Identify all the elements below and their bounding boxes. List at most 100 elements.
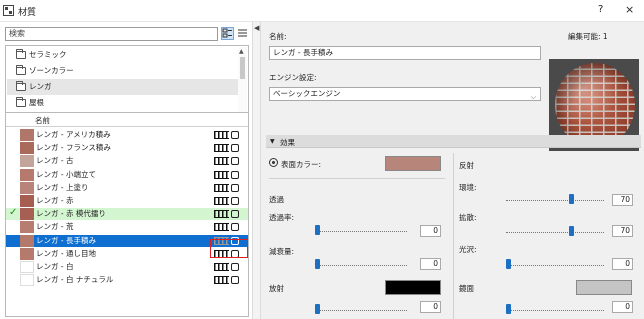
folder-label: セラミック: [29, 50, 67, 59]
slider-track: [506, 232, 604, 233]
transparency-rate-input[interactable]: 0: [420, 225, 441, 237]
detail-view-button[interactable]: [236, 27, 249, 40]
texture-icon: [214, 157, 229, 166]
folder-item[interactable]: 屋根: [7, 95, 239, 111]
surface-color-icon: [269, 158, 278, 167]
folder-item[interactable]: セラミック: [7, 47, 239, 63]
color-swatch: [20, 234, 34, 247]
attenuation-input[interactable]: 0: [420, 258, 441, 270]
transparency-slider[interactable]: [315, 225, 407, 235]
chevron-down-icon: ⌵: [530, 93, 536, 101]
texture-icon: [214, 144, 229, 153]
effects-section-header[interactable]: ▼ 効果: [266, 135, 641, 148]
slider-track: [506, 200, 604, 201]
material-type-icon: [231, 210, 239, 219]
folder-icon: [16, 97, 26, 107]
specular-color-swatch[interactable]: [576, 280, 632, 295]
texture-icon: [214, 276, 229, 285]
folder-icon: [16, 81, 26, 91]
list-item[interactable]: レンガ - 古: [6, 155, 248, 168]
slider-thumb[interactable]: [506, 304, 511, 314]
material-name: レンガ - 赤 模代擂り: [36, 209, 106, 219]
slider-thumb[interactable]: [569, 194, 574, 204]
title-bar: 材質 ? ×: [0, 0, 644, 22]
material-type-icon: [231, 170, 239, 179]
chevron-down-icon: ▼: [270, 138, 275, 145]
diffuse-input[interactable]: 70: [612, 225, 633, 237]
specular-input[interactable]: 0: [612, 301, 633, 313]
engine-select[interactable]: ベーシックエンジン ⌵: [269, 87, 541, 101]
section-title: 効果: [280, 138, 295, 147]
ambient-input[interactable]: 70: [612, 194, 633, 206]
list-item[interactable]: ✓ レンガ - 赤 模代擂り: [6, 207, 248, 221]
search-input[interactable]: 検索: [5, 27, 218, 41]
color-swatch: [20, 142, 34, 155]
window-title: 材質: [18, 8, 37, 18]
material-name: レンガ - 荒: [36, 222, 74, 232]
slider-thumb[interactable]: [315, 225, 320, 235]
list-item[interactable]: レンガ - 赤: [6, 195, 248, 207]
material-type-icon: [231, 131, 239, 139]
list-icon: [238, 29, 247, 37]
help-button[interactable]: ?: [598, 4, 603, 15]
specular-slider[interactable]: [506, 304, 604, 314]
slider-thumb[interactable]: [506, 259, 511, 269]
panel-splitter[interactable]: ◀: [252, 22, 261, 319]
transparency-rate-label: 透過率:: [269, 213, 295, 222]
material-name: レンガ - 赤: [36, 196, 74, 205]
folder-label: ゾーンカラー: [29, 66, 74, 75]
ambient-slider[interactable]: [506, 194, 604, 204]
material-name: レンガ - 小端立て: [36, 169, 96, 179]
diffuse-slider[interactable]: [506, 226, 604, 236]
folder-icon: [16, 65, 26, 75]
material-name-field[interactable]: レンガ - 長手積み: [269, 46, 541, 60]
folder-scrollbar[interactable]: ▲ ▼: [238, 47, 247, 121]
color-swatch: [20, 168, 34, 181]
folder-item[interactable]: レンガ: [7, 79, 239, 95]
texture-icon: [214, 183, 229, 192]
texture-icon: [214, 131, 229, 139]
close-button[interactable]: ×: [625, 3, 634, 16]
material-name: レンガ - 古: [36, 156, 74, 166]
texture-icon: [214, 223, 229, 232]
emission-heading: 放射: [269, 284, 284, 293]
list-item[interactable]: レンガ - 白 ナチュラル: [6, 274, 248, 287]
gloss-input[interactable]: 0: [612, 258, 633, 270]
divider: [269, 178, 445, 179]
gloss-slider[interactable]: [506, 259, 604, 269]
column-header-name[interactable]: 名前: [35, 115, 50, 126]
material-type-icon: [231, 223, 239, 232]
attenuation-slider[interactable]: [315, 259, 407, 269]
material-type-icon: [231, 144, 239, 153]
material-type-icon: [231, 263, 239, 271]
emission-slider[interactable]: [315, 304, 407, 314]
list-item[interactable]: レンガ - 荒: [6, 221, 248, 234]
list-item[interactable]: レンガ - 小端立て: [6, 168, 248, 181]
slider-thumb[interactable]: [315, 259, 320, 269]
color-swatch: [20, 261, 34, 273]
material-type-icon: [231, 183, 239, 192]
material-name: レンガ - 白 ナチュラル: [36, 275, 114, 285]
emission-color-swatch[interactable]: [385, 280, 441, 295]
color-swatch: [20, 208, 34, 221]
slider-track: [506, 265, 604, 266]
folder-item[interactable]: ゾーンカラー: [7, 63, 239, 79]
list-item[interactable]: レンガ - フランス積み: [6, 142, 248, 155]
scroll-thumb[interactable]: [240, 57, 245, 79]
list-item[interactable]: レンガ - 白: [6, 261, 248, 273]
surface-color-swatch[interactable]: [385, 156, 441, 171]
collapse-arrow-icon[interactable]: ◀: [254, 24, 259, 32]
folder-label: レンガ: [29, 82, 52, 91]
slider-thumb[interactable]: [315, 304, 320, 314]
list-item[interactable]: レンガ - 上塗り: [6, 181, 248, 194]
emission-input[interactable]: 0: [420, 301, 441, 313]
list-item[interactable]: レンガ - アメリカ積み: [6, 129, 248, 141]
color-swatch: [20, 221, 34, 234]
list-view-button[interactable]: [221, 27, 234, 40]
scroll-up-icon[interactable]: ▲: [239, 48, 244, 55]
attenuation-label: 減衰量:: [269, 247, 295, 256]
slider-thumb[interactable]: [569, 226, 574, 236]
folder-view-icon: [222, 28, 232, 38]
texture-icon: [214, 197, 229, 205]
folder-icon: [16, 49, 26, 59]
